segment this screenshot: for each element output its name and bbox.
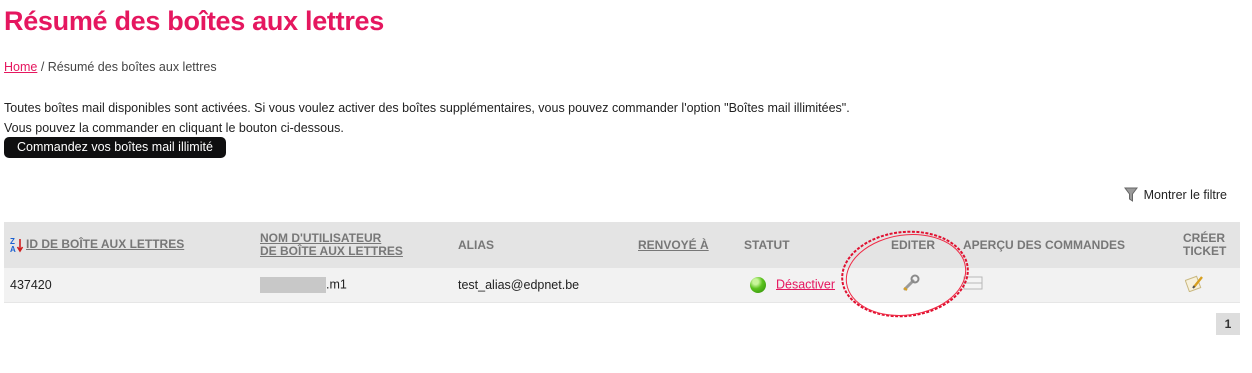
page-title: Résumé des boîtes aux lettres [4, 6, 384, 36]
col-header-id-label: ID DE BOÎTE AUX LETTRES [26, 237, 185, 252]
col-header-overview: APERÇU DES COMMANDES [963, 237, 1126, 252]
col-header-username[interactable]: NOM D'UTILISATEUR DE BOÎTE AUX LETTRES [254, 222, 452, 268]
info-text: Toutes boîtes mail disponibles sont acti… [4, 98, 850, 138]
mailbox-username-suffix: .m1 [326, 277, 347, 292]
status-green-icon [750, 276, 766, 293]
col-header-forwarded-label: RENVOYÉ À [638, 237, 709, 252]
mailbox-id: 437420 [10, 277, 52, 292]
highlight-circle-annotation [841, 230, 969, 318]
info-line-2: Vous pouvez la commander en cliquant le … [4, 121, 344, 135]
breadcrumb: Home / Résumé des boîtes aux lettres [4, 60, 217, 74]
order-unlimited-mailboxes-button[interactable]: Commandez vos boîtes mail illimité [4, 137, 226, 158]
show-filter-label: Montrer le filtre [1143, 188, 1227, 202]
table-header-row: Z A ID DE BOÎTE AUX LETTRES NOM D'UTILIS… [4, 222, 1240, 268]
ticket-cell [1177, 268, 1240, 302]
col-header-username-line2: DE BOÎTE AUX LETTRES [260, 244, 403, 258]
show-filter-button[interactable]: Montrer le filtre [1123, 187, 1227, 203]
breadcrumb-home-link[interactable]: Home [4, 60, 37, 74]
overview-cell [957, 268, 1177, 302]
ticket-pencil-icon[interactable] [1184, 274, 1205, 293]
table-row: 437420 .m1 test_alias@edpnet.be Désactiv… [4, 268, 1240, 302]
col-header-alias: ALIAS [458, 237, 494, 252]
filter-funnel-icon [1123, 187, 1138, 202]
redacted-username [260, 276, 326, 293]
sort-az-icon: Z A [10, 237, 24, 254]
mailbox-alias: test_alias@edpnet.be [458, 277, 580, 292]
mailbox-forwarded [632, 268, 738, 302]
deactivate-link[interactable]: Désactiver [776, 277, 835, 291]
col-header-id[interactable]: Z A ID DE BOÎTE AUX LETTRES [4, 222, 254, 268]
svg-text:A: A [10, 245, 16, 253]
breadcrumb-separator: / [37, 60, 48, 74]
mailbox-username: .m1 [254, 268, 452, 302]
mailbox-table: Z A ID DE BOÎTE AUX LETTRES NOM D'UTILIS… [4, 222, 1240, 303]
col-header-ticket-line2: TICKET [1183, 244, 1227, 258]
info-line-1: Toutes boîtes mail disponibles sont acti… [4, 101, 850, 115]
col-header-ticket: CRÉER TICKET [1177, 222, 1240, 268]
breadcrumb-current: Résumé des boîtes aux lettres [47, 60, 217, 74]
col-header-forwarded[interactable]: RENVOYÉ À [632, 222, 738, 268]
pagination-page-1[interactable]: 1 [1216, 313, 1240, 335]
